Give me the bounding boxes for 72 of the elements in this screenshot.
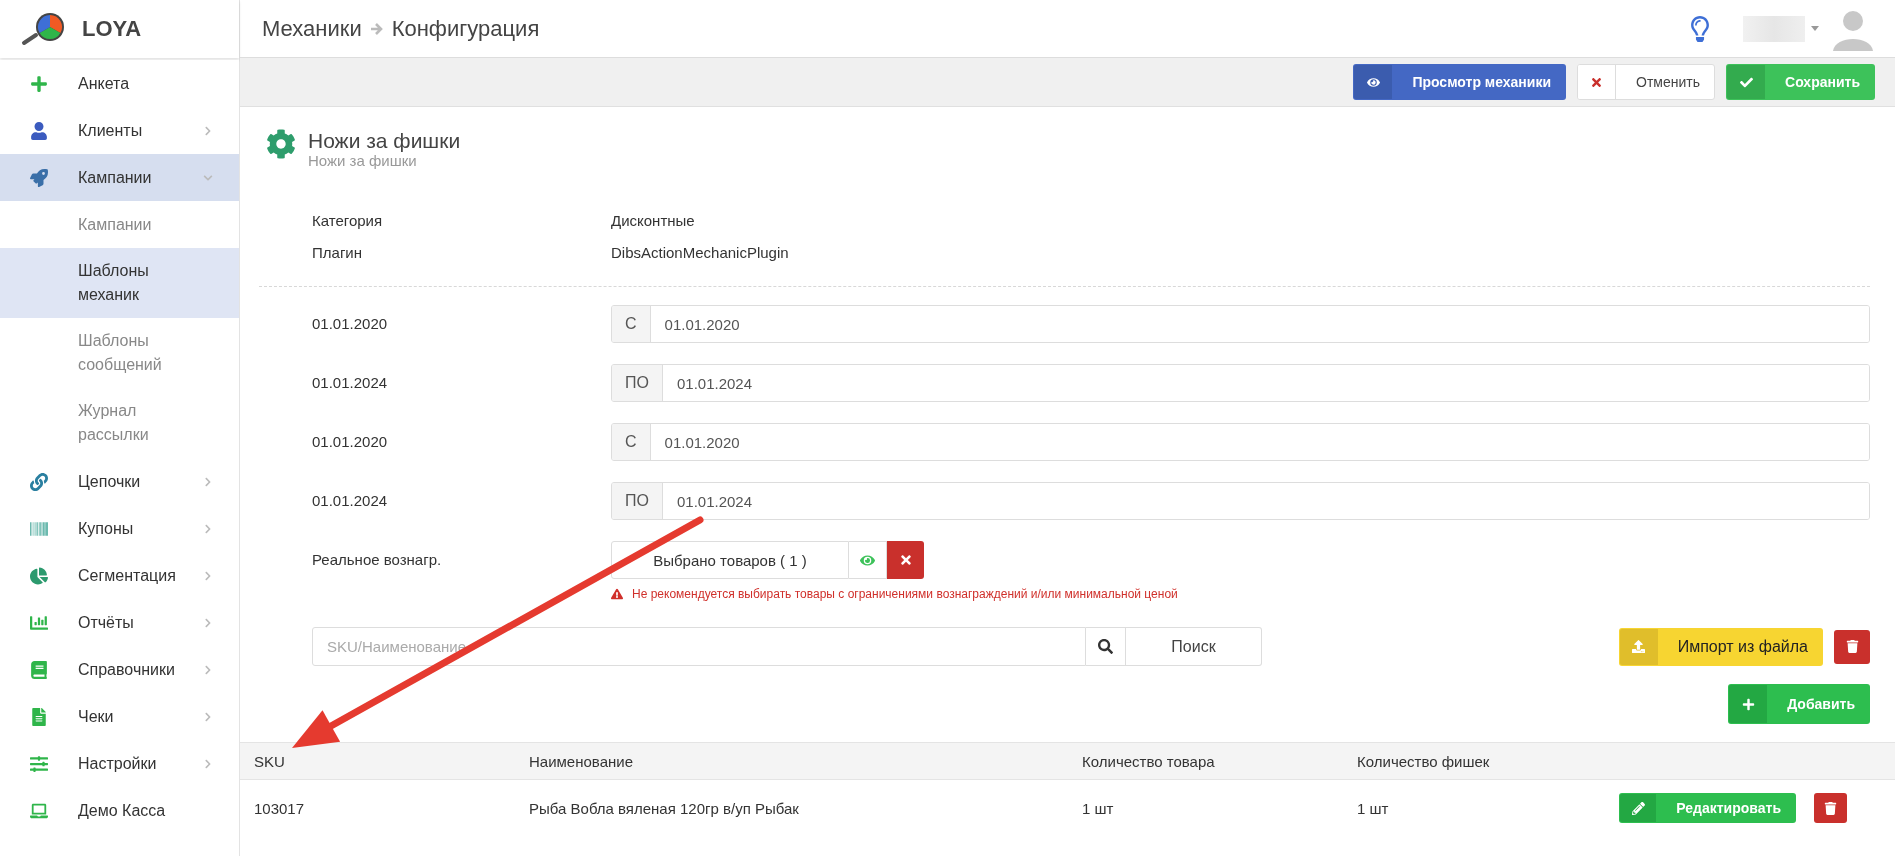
upload-icon [1632,640,1646,653]
date-label: 01.01.2020 [312,314,389,332]
laptop-icon [30,801,48,820]
info-label: Плагин [312,243,363,261]
trash-icon [1824,801,1837,815]
caret-icon[interactable] [1811,26,1819,31]
chain-link-icon [30,472,48,491]
document-icon [30,707,48,726]
view-mechanic-button[interactable]: Просмотр механики [1353,64,1567,100]
clear-button[interactable] [887,541,924,579]
warning-text: Не рекомендуется выбирать товары с ограничениями вознаграждений и/или минимальной ценой [632,587,1178,601]
date-field[interactable]: ПО 01.01.2024 [611,364,1870,402]
date-field[interactable]: ПО 01.01.2024 [611,482,1870,520]
gear-icon [266,129,296,159]
trash-icon [1845,640,1859,653]
warning-icon [611,588,623,600]
info-value: DibsActionMechanicPlugin [611,243,789,261]
cancel-button[interactable]: Отменить [1577,64,1716,100]
delete-button[interactable] [1814,793,1847,823]
column-header: Количество товара [1082,752,1216,770]
date-label: 01.01.2024 [312,491,389,509]
check-icon [1739,75,1753,89]
date-field[interactable]: С 01.01.2020 [611,305,1870,343]
breadcrumb-link[interactable]: Механики [262,15,362,42]
close-icon [1590,75,1604,89]
pie-chart-icon [30,566,48,585]
table-cell-text: 1 шт [1082,799,1115,817]
eye-icon [1366,75,1380,89]
chevron-right-icon [203,617,213,628]
selected-products-button[interactable]: Выбрано товаров ( 1 ) [611,541,849,579]
table-cell-text: 103017 [254,799,306,817]
barcode-icon [30,519,48,538]
column-header: Количество фишек [1357,752,1491,770]
import-file-button[interactable]: Импорт из файла [1618,627,1823,666]
column-header: Наименование [529,752,634,770]
mechanic-title: Ножи за фишки [308,129,461,153]
search-field[interactable]: SKU/Наименование [312,627,1086,666]
breadcrumb-link[interactable]: Конфигурация [391,15,540,42]
search-icon [1098,639,1113,654]
chevron-right-icon [203,758,213,769]
chevron-right-icon [203,476,213,487]
search-button[interactable]: Поиск [1126,627,1262,666]
reward-label: Реальное вознагр. [312,550,443,568]
delete-button[interactable] [1834,629,1870,664]
column-header: SKU [254,752,286,770]
arrow-right-icon [369,21,384,36]
plus-icon [1741,697,1755,711]
chevron-right-icon [203,523,213,534]
sliders-icon [30,754,48,773]
chevron-right-icon [203,570,213,581]
plus-icon [30,74,48,93]
info-value: Дисконтные [611,211,695,229]
chevron-right-icon [203,711,213,722]
user-icon [30,121,48,140]
date-field[interactable]: С 01.01.2020 [611,423,1870,461]
mechanic-subtitle: Ножи за фишки [308,153,418,169]
date-label: 01.01.2020 [312,432,389,450]
bar-chart-icon [30,613,48,632]
rocket-icon [30,168,48,187]
table-cell-text: 1 шт [1357,799,1390,817]
chevron-right-icon [203,664,213,675]
sidebar-subitem[interactable]: Шаблоны механик [0,248,239,318]
sidebar-item[interactable]: Кампании [0,154,239,201]
logo-text: LOYA [82,16,142,42]
close-icon [898,553,913,567]
book-icon [30,660,48,679]
chevron-right-icon [203,125,213,136]
pencil-icon [1631,801,1645,815]
info-label: Категория [312,211,384,229]
table-cell-text: Рыба Вобла вяленая 120гр в/уп Рыбак [529,799,800,817]
chevron-down-icon [203,172,213,183]
date-label: 01.01.2024 [312,373,389,391]
